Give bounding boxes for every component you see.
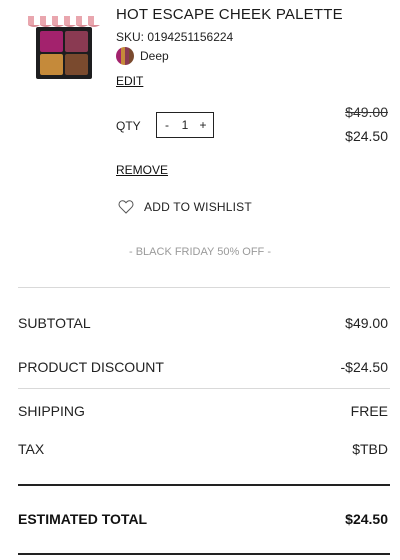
original-price: $49.00 xyxy=(345,104,388,120)
shipping-label: SHIPPING xyxy=(18,403,85,419)
tax-label: TAX xyxy=(18,441,45,457)
total-divider-bottom xyxy=(18,553,390,555)
shade-label: Deep xyxy=(140,49,169,63)
edit-link[interactable]: EDIT xyxy=(116,74,143,88)
shade-selector: Deep xyxy=(116,46,169,66)
discounted-price: $24.50 xyxy=(345,128,388,144)
wishlist-label: ADD TO WISHLIST xyxy=(144,200,252,214)
palette-product-image xyxy=(28,16,100,79)
qty-increase-button[interactable]: + xyxy=(198,118,208,132)
total-divider-top xyxy=(18,484,390,486)
pan-bottom-right xyxy=(65,54,88,75)
pan-bottom-left xyxy=(40,54,63,75)
subtotal-label: SUBTOTAL xyxy=(18,315,91,331)
pan-top-right xyxy=(65,31,88,52)
remove-link[interactable]: REMOVE xyxy=(116,163,168,177)
qty-value: 1 xyxy=(181,118,189,132)
estimated-total-label: ESTIMATED TOTAL xyxy=(18,511,148,527)
product-sku: SKU: 0194251156224 xyxy=(116,30,234,44)
subtotal-value: $49.00 xyxy=(345,315,388,331)
divider xyxy=(18,287,390,288)
quantity-stepper: - 1 + xyxy=(156,112,214,138)
shade-swatch xyxy=(116,47,134,65)
heart-icon xyxy=(118,200,134,214)
product-image[interactable] xyxy=(26,16,102,80)
discount-value: -$24.50 xyxy=(340,359,388,375)
shipping-value: FREE xyxy=(350,403,388,419)
product-title: HOT ESCAPE CHEEK PALETTE xyxy=(116,6,343,23)
pan-top-left xyxy=(40,31,63,52)
qty-label: QTY xyxy=(116,119,141,133)
tax-value: $TBD xyxy=(352,441,388,457)
divider xyxy=(18,388,390,389)
qty-decrease-button[interactable]: - xyxy=(162,118,172,132)
promo-text: - BLACK FRIDAY 50% OFF - xyxy=(128,246,271,258)
estimated-total-value: $24.50 xyxy=(345,511,388,527)
discount-label: PRODUCT DISCOUNT xyxy=(18,359,164,375)
add-to-wishlist-button[interactable]: ADD TO WISHLIST xyxy=(118,200,252,214)
